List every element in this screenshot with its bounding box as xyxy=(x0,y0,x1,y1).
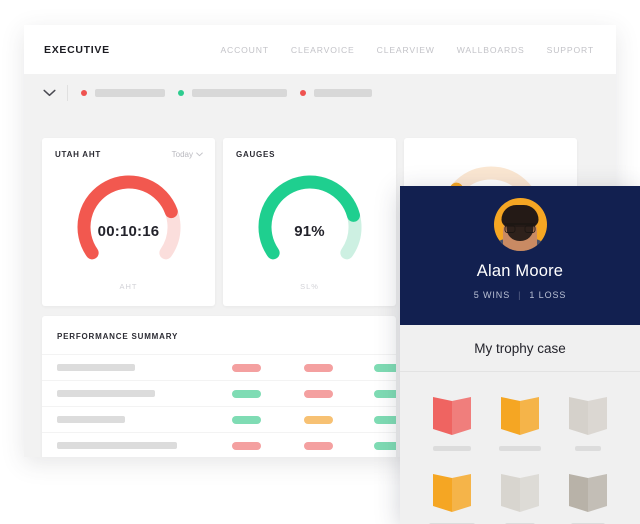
trophy-item[interactable] xyxy=(567,471,609,524)
status-badge xyxy=(232,390,261,398)
row-status-cells xyxy=(125,407,396,432)
gauge-service-level: 91% SL% xyxy=(223,163,396,291)
trophy-grid xyxy=(400,372,640,524)
status-badge xyxy=(304,416,333,424)
trophy-item[interactable] xyxy=(567,394,609,451)
trophy-badge-icon xyxy=(431,394,473,438)
status-badge xyxy=(374,416,396,424)
row-label-placeholder xyxy=(57,442,177,449)
card-header: GAUGES xyxy=(223,138,396,159)
row-status-cells xyxy=(135,355,396,380)
row-status-cells xyxy=(177,433,396,457)
nav-link-account[interactable]: ACCOUNT xyxy=(220,45,268,55)
gauge-value: 00:10:16 xyxy=(97,223,160,240)
gauge-caption: AHT xyxy=(119,282,138,291)
avatar xyxy=(493,198,547,251)
status-badge xyxy=(232,416,261,424)
trophy-case-header: My trophy case xyxy=(400,325,640,372)
row-status-cells xyxy=(155,381,396,406)
wins-count: 5 WINS xyxy=(473,290,511,300)
table-row[interactable] xyxy=(42,380,396,406)
status-badge xyxy=(304,442,333,450)
trophy-badge-icon xyxy=(567,471,609,515)
chevron-down-icon[interactable] xyxy=(42,86,56,100)
trophy-item[interactable] xyxy=(499,471,541,524)
nav-link-wallboards[interactable]: WALLBOARDS xyxy=(457,45,525,55)
trophy-badge-icon xyxy=(431,471,473,515)
status-badge xyxy=(232,442,261,450)
status-badge xyxy=(232,364,261,372)
nav-link-support[interactable]: SUPPORT xyxy=(547,45,594,55)
trophy-item[interactable] xyxy=(499,394,541,451)
chevron-down-icon xyxy=(196,150,203,159)
performance-summary-rows xyxy=(42,354,396,457)
card-title: UTAH AHT xyxy=(55,150,101,159)
top-navigation-bar: EXECUTIVE ACCOUNT CLEARVOICE CLEARVIEW W… xyxy=(24,25,616,74)
card-performance-summary: PERFORMANCE SUMMARY xyxy=(42,316,396,457)
card-header xyxy=(404,138,577,150)
status-chip[interactable] xyxy=(178,89,287,97)
gauge-value: 91% xyxy=(294,223,325,240)
status-chip[interactable] xyxy=(81,89,165,97)
card-title: GAUGES xyxy=(236,150,276,159)
table-row[interactable] xyxy=(42,406,396,432)
trophy-item[interactable] xyxy=(431,394,473,451)
trophy-case-title: My trophy case xyxy=(474,340,566,356)
trophy-badge-icon xyxy=(567,394,609,438)
status-placeholder-bar xyxy=(95,89,165,97)
sub-header-divider xyxy=(67,85,68,101)
trophy-label-placeholder xyxy=(433,446,471,451)
row-label-placeholder xyxy=(57,390,155,397)
period-label: Today xyxy=(171,150,193,159)
glasses-icon xyxy=(504,223,536,233)
row-label-placeholder xyxy=(57,416,125,423)
status-dot-icon xyxy=(81,90,87,96)
app-brand-title: EXECUTIVE xyxy=(44,43,110,56)
trophy-badge-icon xyxy=(499,394,541,438)
card-utah-aht: UTAH AHT Today 00:10:16 AHT xyxy=(42,138,215,306)
status-chip[interactable] xyxy=(300,89,372,97)
sub-header-bar xyxy=(24,74,616,112)
profile-name: Alan Moore xyxy=(476,262,564,280)
profile-record: 5 WINS | 1 LOSS xyxy=(474,290,567,300)
performance-summary-title: PERFORMANCE SUMMARY xyxy=(57,332,179,341)
status-dot-icon xyxy=(300,90,306,96)
trophy-item[interactable] xyxy=(429,471,475,524)
status-badge xyxy=(304,364,333,372)
status-placeholder-bar xyxy=(314,89,372,97)
card-header: UTAH AHT Today xyxy=(42,138,215,159)
status-badge xyxy=(374,442,396,450)
status-badge xyxy=(374,364,396,372)
profile-trophy-panel: Alan Moore 5 WINS | 1 LOSS My trophy cas… xyxy=(400,186,640,524)
status-badge xyxy=(374,390,396,398)
trophy-label-placeholder xyxy=(499,446,541,451)
status-dot-icon xyxy=(178,90,184,96)
record-separator: | xyxy=(518,290,522,300)
table-row[interactable] xyxy=(42,354,396,380)
trophy-badge-icon xyxy=(499,471,541,515)
nav-link-clearvoice[interactable]: CLEARVOICE xyxy=(291,45,355,55)
gauge-caption: SL% xyxy=(300,282,319,291)
trophy-label-placeholder xyxy=(575,446,601,451)
nav-links-group: ACCOUNT CLEARVOICE CLEARVIEW WALLBOARDS … xyxy=(220,45,594,55)
nav-link-clearview[interactable]: CLEARVIEW xyxy=(377,45,435,55)
table-row[interactable] xyxy=(42,432,396,457)
losses-count: 1 LOSS xyxy=(529,290,567,300)
row-label-placeholder xyxy=(57,364,135,371)
status-placeholder-bar xyxy=(192,89,287,97)
period-selector[interactable]: Today xyxy=(172,150,203,159)
gauge-utah-aht: 00:10:16 AHT xyxy=(42,163,215,291)
profile-header: Alan Moore 5 WINS | 1 LOSS xyxy=(400,186,640,325)
status-badge xyxy=(304,390,333,398)
card-gauges: GAUGES 91% SL% xyxy=(223,138,396,306)
